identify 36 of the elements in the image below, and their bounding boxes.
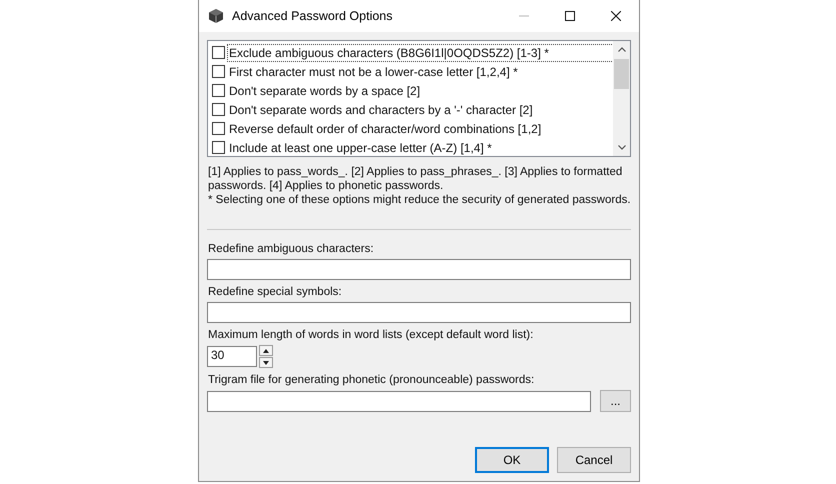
checkbox[interactable] (212, 65, 225, 78)
spin-up-button[interactable] (259, 345, 273, 356)
option-label[interactable]: Don't separate words by a space [2] (227, 82, 422, 100)
field-label: Trigram file for generating phonetic (pronounceable) passwords: (207, 373, 536, 388)
maximize-icon[interactable] (565, 11, 575, 21)
checkbox[interactable] (212, 46, 225, 59)
cube-icon (208, 8, 224, 24)
checkbox[interactable] (212, 141, 225, 154)
note-text: [1] Applies to pass_words_. [2] Applies to pass_phrases_. [3] Applies to formatted passwords. [4] Applies to phonetic passwords. (208, 165, 624, 193)
checkbox[interactable] (212, 122, 225, 135)
option-label[interactable]: First character must not be a lower-case letter [1,2,4] * (227, 62, 520, 80)
spin-down-button[interactable] (259, 357, 273, 368)
triangle-up-icon (263, 348, 269, 352)
input-field[interactable] (207, 302, 631, 323)
scrollbar[interactable] (613, 41, 630, 156)
option-label[interactable]: Reverse default order of character/word combinations [1,2] (227, 120, 544, 138)
cancel-button[interactable]: Cancel (557, 447, 631, 473)
ok-button[interactable]: OK (475, 447, 549, 473)
close-icon[interactable] (611, 11, 621, 21)
scroll-thumb[interactable] (614, 59, 629, 89)
option-label[interactable]: Include at least one upper-case letter (A-Z) [1,4] * (227, 138, 494, 156)
window-title: Advanced Password Options (232, 9, 394, 23)
scroll-down-icon[interactable] (618, 145, 626, 150)
field-label: Redefine special symbols: (207, 285, 343, 300)
scroll-up-icon[interactable] (618, 47, 626, 52)
field-label: Maximum length of words in word lists (except default word list): (207, 328, 534, 343)
browse-button[interactable]: ... (600, 390, 631, 412)
field-label: Redefine ambiguous characters: (207, 242, 375, 257)
input-field[interactable] (207, 259, 631, 280)
checkbox[interactable] (212, 84, 225, 97)
triangle-down-icon (263, 360, 269, 364)
file-path-field[interactable] (207, 390, 591, 412)
note-text: * Selecting one of these options might reduce the security of generated passwords. (208, 193, 631, 207)
checkbox[interactable] (212, 103, 225, 116)
option-label[interactable]: Don't separate words and characters by a '-' character [2] (227, 100, 535, 118)
number-field[interactable]: 30 (207, 346, 257, 367)
